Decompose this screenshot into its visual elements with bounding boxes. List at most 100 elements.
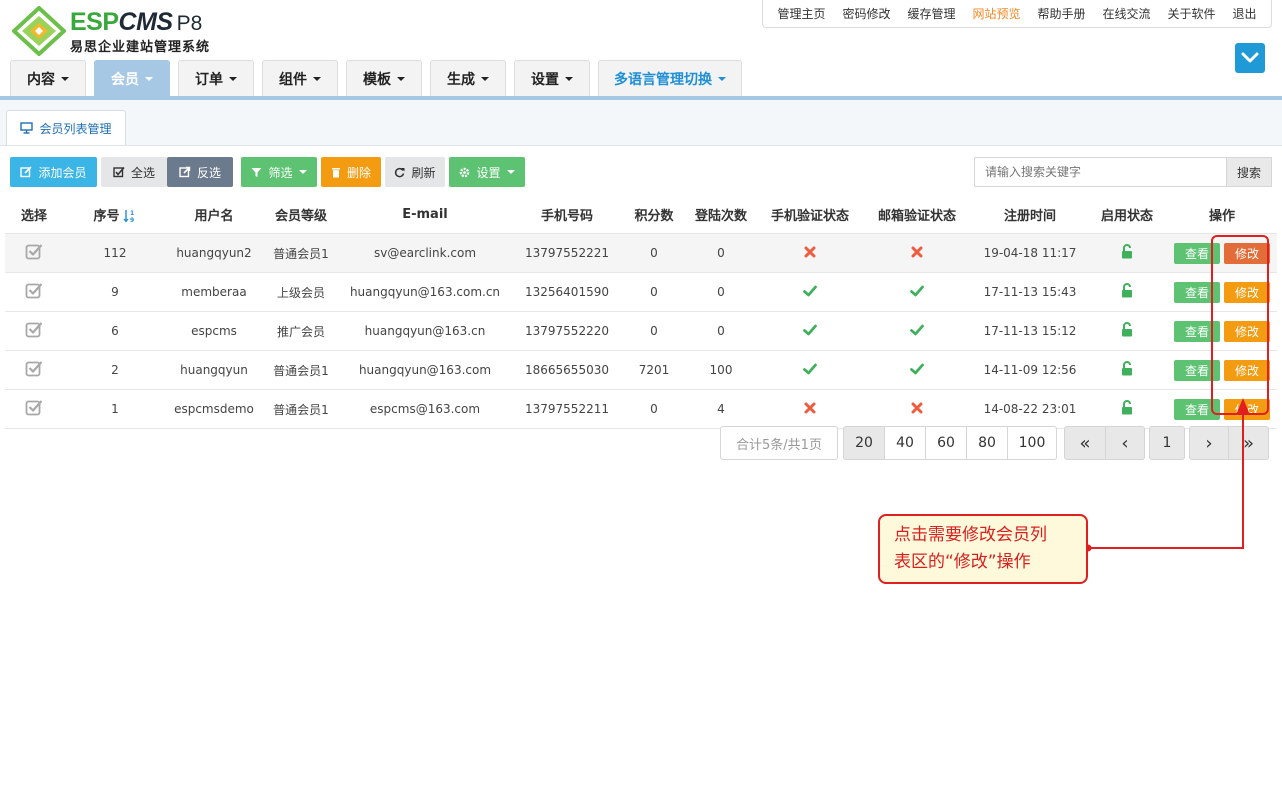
row-logins: 0 — [683, 272, 759, 312]
unlock-icon[interactable] — [1121, 244, 1133, 259]
row-phone-verified — [759, 272, 861, 312]
nav-tab-label: 模板 — [363, 71, 391, 88]
row-level: 普通会员1 — [261, 389, 341, 429]
checkbox-icon[interactable] — [25, 321, 43, 338]
page-tab-member-list[interactable]: 会员列表管理 — [6, 110, 126, 145]
delete-button[interactable]: 删除 — [321, 157, 381, 187]
row-phone-verified — [759, 350, 861, 390]
refresh-button[interactable]: 刷新 — [385, 157, 445, 187]
search-button[interactable]: 搜索 — [1226, 157, 1272, 187]
delete-label: 删除 — [346, 165, 371, 180]
unlock-icon[interactable] — [1121, 283, 1133, 298]
row-points: 0 — [625, 389, 683, 429]
table-header-row: 选择 序号 1 9 用户名 会员等级 E-mail 手机号码 积分数 登陆次数 手机… — [5, 195, 1277, 234]
refresh-icon — [395, 167, 405, 177]
row-select-cell[interactable] — [5, 311, 63, 351]
page-tab-strip: 会员列表管理 — [0, 100, 1282, 146]
row-level: 上级会员 — [261, 272, 341, 312]
top-link-cache[interactable]: 缓存管理 — [907, 5, 955, 22]
add-member-button[interactable]: 添加会员 — [10, 157, 97, 187]
logo[interactable]: ESPCMS P8 易思企业建站管理系统 — [12, 6, 232, 56]
row-email-verified — [861, 233, 973, 273]
member-table-wrap: 选择 序号 1 9 用户名 会员等级 E-mail 手机号码 积分数 登陆次数 手机… — [5, 195, 1277, 429]
row-registered: 17-11-13 15:43 — [973, 272, 1087, 312]
page-tab-label: 会员列表管理 — [39, 121, 112, 136]
nav-tab-generate[interactable]: 生成 — [430, 60, 506, 96]
nav-tab-components[interactable]: 组件 — [262, 60, 338, 96]
unlock-icon[interactable] — [1121, 361, 1133, 376]
toolbar: 添加会员 全选 反选 筛选 删除 刷新 设置 — [10, 157, 529, 187]
col-points: 积分数 — [625, 195, 683, 234]
nav-tab-orders[interactable]: 订单 — [178, 60, 254, 96]
page-size-60[interactable]: 60 — [925, 426, 967, 460]
sort-icon: 19 — [122, 210, 134, 223]
col-phone: 手机号码 — [509, 195, 625, 234]
top-link-help[interactable]: 帮助手册 — [1037, 5, 1085, 22]
check-square-icon — [113, 166, 125, 178]
filter-button[interactable]: 筛选 — [241, 157, 317, 187]
top-link-chat[interactable]: 在线交流 — [1102, 5, 1150, 22]
row-registered: 17-11-13 15:12 — [973, 311, 1087, 351]
chevron-down-icon — [1241, 52, 1259, 63]
row-email-verified — [861, 272, 973, 312]
invert-selection-button[interactable]: 反选 — [167, 157, 233, 187]
nav-tab-templates[interactable]: 模板 — [346, 60, 422, 96]
top-link-about[interactable]: 关于软件 — [1167, 5, 1215, 22]
row-email-verified — [861, 389, 973, 429]
row-id: 9 — [63, 272, 167, 312]
page-size-20[interactable]: 20 — [843, 426, 885, 460]
top-link-home[interactable]: 管理主页 — [777, 5, 825, 22]
row-level: 推广会员 — [261, 311, 341, 351]
nav-tab-settings[interactable]: 设置 — [514, 60, 590, 96]
checkbox-icon[interactable] — [25, 360, 43, 377]
row-select-cell[interactable] — [5, 233, 63, 273]
share-square-icon — [179, 166, 191, 178]
checkbox-icon[interactable] — [25, 282, 43, 299]
collapse-header-button[interactable] — [1235, 43, 1265, 73]
search-input[interactable] — [974, 157, 1226, 187]
row-username: memberaa — [167, 272, 261, 312]
col-logins: 登陆次数 — [683, 195, 759, 234]
col-registered: 注册时间 — [973, 195, 1087, 234]
cross-icon — [804, 246, 816, 257]
caret-down-icon — [145, 76, 153, 81]
row-email-verified — [861, 350, 973, 390]
col-id[interactable]: 序号 1 9 — [63, 195, 167, 234]
monitor-icon — [20, 122, 34, 134]
top-link-logout[interactable]: 退出 — [1232, 5, 1256, 22]
row-id: 2 — [63, 350, 167, 390]
caret-down-icon — [481, 76, 489, 81]
row-level: 普通会员1 — [261, 233, 341, 273]
row-logins: 100 — [683, 350, 759, 390]
row-registered: 19-04-18 11:17 — [973, 233, 1087, 273]
checkbox-icon[interactable] — [25, 399, 43, 416]
app-header: ESPCMS P8 易思企业建站管理系统 管理主页 密码修改 缓存管理 网站预览 … — [0, 0, 1282, 96]
row-points: 0 — [625, 311, 683, 351]
row-select-cell[interactable] — [5, 350, 63, 390]
row-phone: 13256401590 — [509, 272, 625, 312]
annotation-callout: 点击需要修改会员列 表区的“修改”操作 — [878, 514, 1088, 584]
row-select-cell[interactable] — [5, 389, 63, 429]
row-select-cell[interactable] — [5, 272, 63, 312]
nav-tab-language[interactable]: 多语言管理切换 — [598, 60, 742, 96]
edit-square-icon — [20, 166, 33, 178]
row-logins: 0 — [683, 311, 759, 351]
page-size-40[interactable]: 40 — [884, 426, 926, 460]
nav-tab-content[interactable]: 内容 — [10, 60, 86, 96]
table-row: 9 memberaa 上级会员 huangqyun@163.com.cn 1325640… — [5, 272, 1277, 312]
member-table: 选择 序号 1 9 用户名 会员等级 E-mail 手机号码 积分数 登陆次数 手机… — [5, 195, 1277, 429]
top-link-password[interactable]: 密码修改 — [842, 5, 890, 22]
page-size-80[interactable]: 80 — [966, 426, 1008, 460]
unlock-icon[interactable] — [1121, 322, 1133, 337]
top-link-preview[interactable]: 网站预览 — [972, 5, 1020, 22]
select-all-button[interactable]: 全选 — [101, 157, 167, 187]
nav-tab-label: 内容 — [27, 71, 55, 88]
settings-button[interactable]: 设置 — [449, 157, 525, 187]
nav-tab-members[interactable]: 会员 — [94, 60, 170, 96]
row-points: 0 — [625, 233, 683, 273]
page-size-100[interactable]: 100 — [1007, 426, 1057, 460]
check-icon — [803, 363, 817, 374]
row-phone-verified — [759, 311, 861, 351]
checkbox-icon[interactable] — [25, 243, 43, 260]
row-id: 112 — [63, 233, 167, 273]
